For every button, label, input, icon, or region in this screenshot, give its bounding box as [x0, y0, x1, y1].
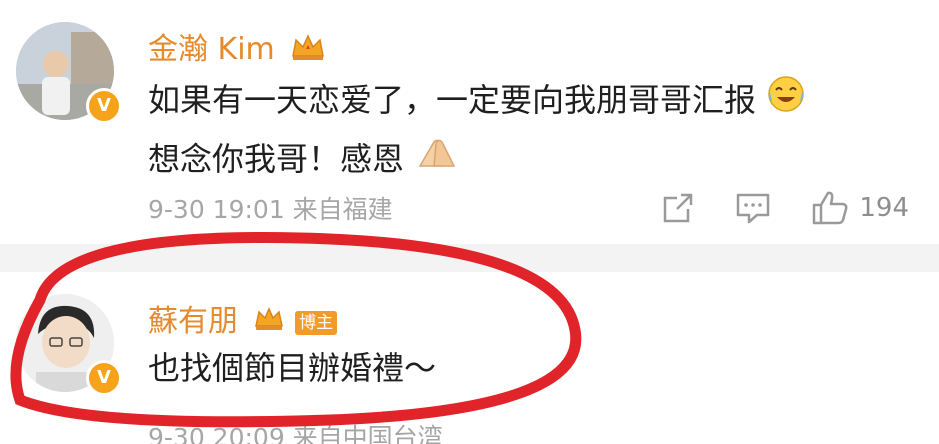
username[interactable]: 金瀚 Kim: [148, 24, 326, 70]
crown-icon: [290, 32, 326, 70]
share-button[interactable]: [661, 191, 695, 225]
like-button[interactable]: 194: [811, 190, 909, 226]
comment-item: V 金瀚 Kim 如果有一天恋爱了，一定要向我朋哥哥汇报 想念你我哥！感恩 9-…: [0, 0, 939, 244]
comment-text: 如果有一天恋爱了，一定要向我朋哥哥汇报 想念你我哥！感恩: [148, 72, 806, 189]
thumbs-up-icon: [813, 191, 848, 225]
comment-actions: 194: [621, 190, 909, 226]
comment-text-line: 如果有一天恋爱了，一定要向我朋哥哥汇报: [148, 81, 757, 119]
share-icon: [664, 193, 693, 223]
username-label: 金瀚 Kim: [148, 32, 275, 67]
verified-badge-icon: V: [86, 360, 122, 396]
comment-text: 也找個節目辦婚禮～: [148, 349, 437, 387]
praying-hands-emoji-icon: [414, 133, 460, 189]
author-tag: 博主: [295, 310, 338, 335]
crown-icon: [254, 305, 284, 340]
comment-meta: 9-30 20:09 来自中国台湾: [148, 423, 443, 444]
like-count: 194: [859, 193, 909, 223]
reply-button[interactable]: [735, 191, 771, 225]
username-label: 蘇有朋: [148, 304, 238, 339]
comment-item: 蘇有朋 博主 也找個節目辦婚禮～ 9-30 20:09 来自中国台湾: [0, 272, 939, 444]
comment-text-line: 想念你我哥！感恩: [148, 139, 405, 178]
laughing-crying-emoji-icon: [766, 74, 806, 131]
verified-badge-icon: V: [86, 88, 122, 124]
username[interactable]: 蘇有朋 博主: [148, 296, 338, 340]
comment-meta: 9-30 19:01 来自福建: [148, 195, 393, 224]
comment-icon: [737, 193, 770, 224]
comment-divider: [0, 244, 939, 272]
